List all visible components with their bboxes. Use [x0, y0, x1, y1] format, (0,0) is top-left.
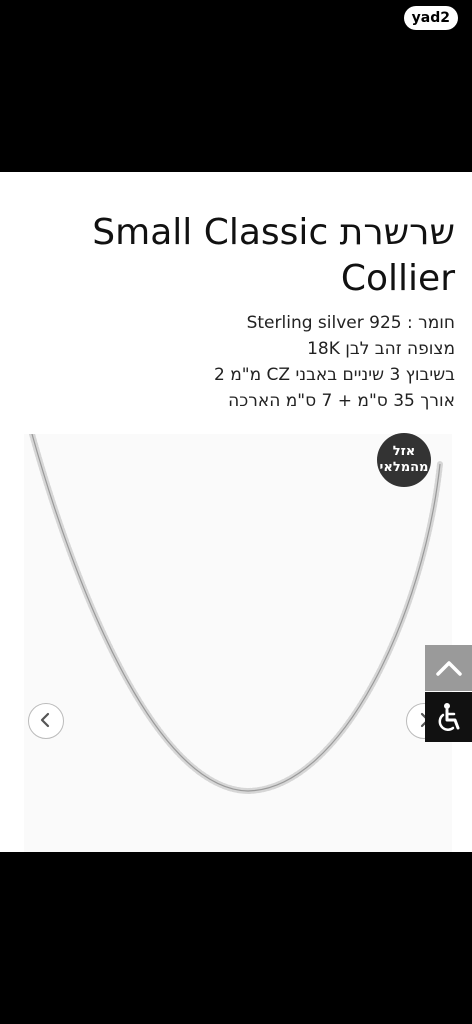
scroll-to-top-button[interactable]: [425, 645, 472, 691]
bottom-black-area: [0, 852, 472, 1024]
spec-setting: בשיבוץ 3 שיניים באבני CZ מ"מ 2: [213, 365, 455, 385]
product-specs: חומר : Sterling silver 925 מצופה זהב לבן…: [35, 310, 455, 414]
sold-out-line1: אזל: [392, 444, 416, 459]
necklace-image: [29, 434, 443, 795]
product-image[interactable]: [24, 434, 452, 852]
accessibility-button[interactable]: [425, 692, 472, 742]
gallery-prev-button[interactable]: [28, 703, 64, 739]
chevron-left-icon: [40, 712, 50, 728]
spec-length: אורך 35 ס"מ + 7 ס"מ הארכה: [228, 391, 455, 411]
sold-out-badge: אזל מהמלאי: [377, 433, 431, 487]
sold-out-line2: מהמלאי: [379, 460, 429, 475]
yad2-logo: yad2: [403, 6, 458, 30]
product-title: שרשרת Small Classic Collier: [92, 212, 455, 299]
chevron-up-icon: [435, 661, 462, 676]
top-black-area: yad2: [0, 0, 472, 172]
product-content: שרשרת Small Classic Collier חומר : Sterl…: [0, 172, 472, 852]
accessibility-icon: [438, 703, 459, 731]
spec-plating: מצופה זהב לבן 18K: [307, 339, 455, 359]
spec-material: חומר : Sterling silver 925: [246, 313, 455, 333]
